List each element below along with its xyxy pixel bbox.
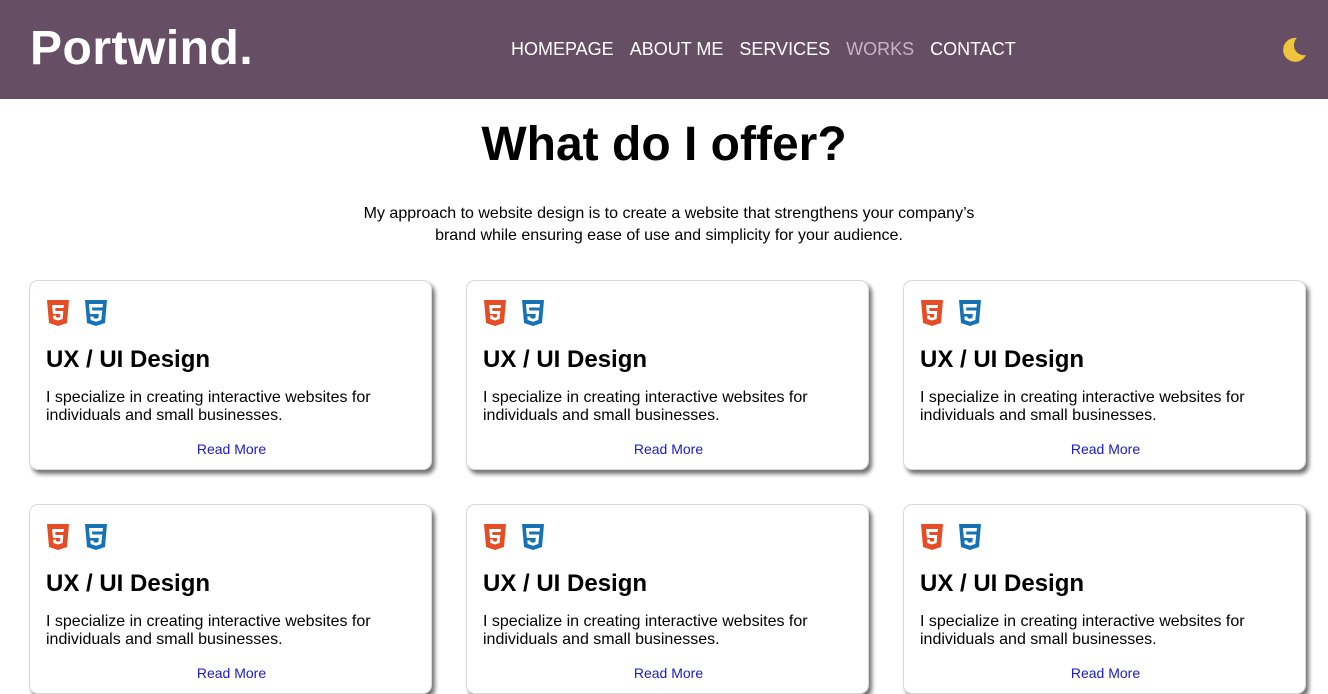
css3-icon — [521, 299, 545, 327]
card-description: I specialize in creating interactive web… — [483, 389, 808, 424]
section-title: What do I offer? — [481, 118, 847, 171]
card-description: I specialize in creating interactive web… — [920, 613, 1245, 648]
tech-icons — [46, 299, 108, 327]
nav-link-homepage[interactable]: HOMEPAGE — [511, 38, 614, 60]
service-card: UX / UI Design I specialize in creating … — [903, 504, 1306, 694]
tech-icons — [920, 299, 982, 327]
card-title: UX / UI Design — [483, 570, 648, 597]
site-header: Portwind. HOMEPAGE ABOUT ME SERVICES WOR… — [0, 0, 1328, 99]
service-card: UX / UI Design I specialize in creating … — [466, 504, 869, 694]
main-nav: HOMEPAGE ABOUT ME SERVICES WORKS CONTACT — [511, 38, 1016, 60]
service-card: UX / UI Design I specialize in creating … — [29, 504, 432, 694]
css3-icon — [84, 523, 108, 551]
site-logo[interactable]: Portwind. — [30, 21, 253, 77]
read-more-link[interactable]: Read More — [30, 665, 433, 681]
html5-icon — [920, 523, 944, 551]
css3-icon — [958, 523, 982, 551]
nav-link-works[interactable]: WORKS — [846, 38, 914, 60]
css3-icon — [521, 523, 545, 551]
read-more-link[interactable]: Read More — [467, 441, 870, 457]
tech-icons — [920, 523, 982, 551]
html5-icon — [483, 523, 507, 551]
html5-icon — [46, 523, 70, 551]
service-card: UX / UI Design I specialize in creating … — [466, 280, 869, 470]
nav-link-services[interactable]: SERVICES — [739, 38, 830, 60]
service-card: UX / UI Design I specialize in creating … — [29, 280, 432, 470]
html5-icon — [46, 299, 70, 327]
read-more-link[interactable]: Read More — [904, 665, 1307, 681]
card-description: I specialize in creating interactive web… — [46, 389, 371, 424]
tech-icons — [483, 523, 545, 551]
card-description: I specialize in creating interactive web… — [920, 389, 1245, 424]
card-title: UX / UI Design — [483, 346, 648, 373]
html5-icon — [483, 299, 507, 327]
css3-icon — [958, 299, 982, 327]
read-more-link[interactable]: Read More — [30, 441, 433, 457]
card-title: UX / UI Design — [46, 570, 211, 597]
read-more-link[interactable]: Read More — [467, 665, 870, 681]
theme-toggle-button[interactable] — [1279, 35, 1309, 65]
card-description: I specialize in creating interactive web… — [483, 613, 808, 648]
moon-icon — [1283, 37, 1306, 62]
card-description: I specialize in creating interactive web… — [46, 613, 371, 648]
card-title: UX / UI Design — [920, 346, 1085, 373]
css3-icon — [84, 299, 108, 327]
card-title: UX / UI Design — [920, 570, 1085, 597]
tech-icons — [483, 299, 545, 327]
tech-icons — [46, 523, 108, 551]
nav-link-about-me[interactable]: ABOUT ME — [630, 38, 724, 60]
service-card: UX / UI Design I specialize in creating … — [903, 280, 1306, 470]
card-title: UX / UI Design — [46, 346, 211, 373]
section-intro: My approach to website design is to crea… — [363, 205, 975, 244]
read-more-link[interactable]: Read More — [904, 441, 1307, 457]
nav-link-contact[interactable]: CONTACT — [930, 38, 1016, 60]
html5-icon — [920, 299, 944, 327]
